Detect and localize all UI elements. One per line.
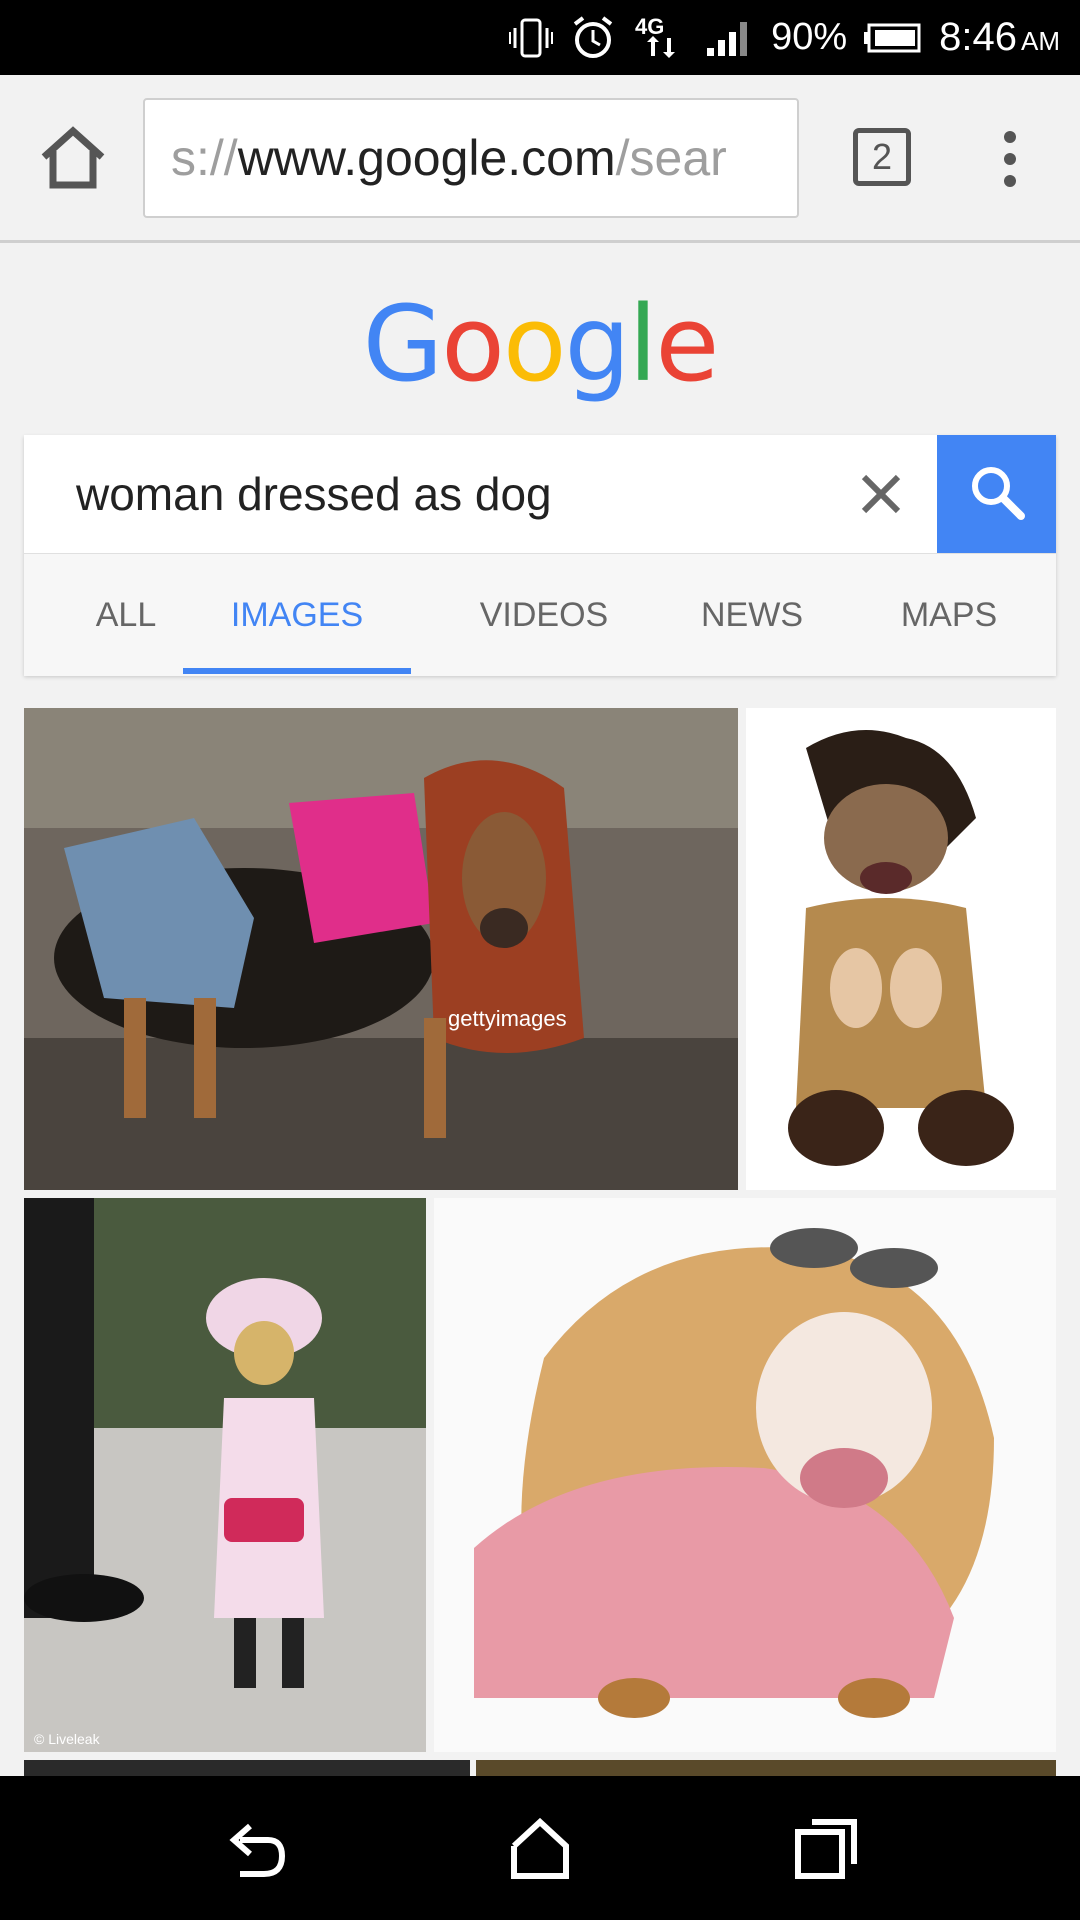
search-card: woman dressed as dog ALL IMAGES VIDEOS N… xyxy=(24,435,1056,676)
alarm-icon xyxy=(569,14,617,62)
google-logo: Google xyxy=(0,283,1080,405)
logo-letter: l xyxy=(628,283,658,405)
url-prefix: s:// xyxy=(171,130,238,186)
tab-maps[interactable]: MAPS xyxy=(866,554,1032,676)
tab-switcher-button[interactable]: 2 xyxy=(853,128,911,186)
logo-letter: o xyxy=(502,283,567,405)
search-button[interactable] xyxy=(937,435,1056,553)
image-result[interactable] xyxy=(434,1198,1056,1752)
image-result[interactable] xyxy=(24,1760,470,1776)
image-result[interactable]: © Liveleak xyxy=(24,1198,426,1752)
search-icon xyxy=(967,462,1027,527)
tab-images[interactable]: IMAGES xyxy=(183,554,411,676)
overflow-menu-icon[interactable] xyxy=(995,129,1025,189)
logo-letter: g xyxy=(564,283,630,405)
search-input[interactable]: woman dressed as dog xyxy=(76,435,552,553)
status-bar: 4G 90% 8:46 AM xyxy=(0,0,1080,75)
home-icon[interactable] xyxy=(38,123,108,193)
active-tab-indicator xyxy=(183,668,411,674)
image-result[interactable] xyxy=(746,708,1056,1190)
search-tabs: ALL IMAGES VIDEOS NEWS MAPS xyxy=(24,553,1056,676)
url-bar[interactable]: s://www.google.com/sear xyxy=(143,98,799,218)
battery-percent: 90% xyxy=(771,16,848,58)
clock: 8:46 AM xyxy=(939,15,1060,59)
signal-icon xyxy=(705,18,755,58)
recents-icon[interactable] xyxy=(790,1812,862,1884)
home-nav-icon[interactable] xyxy=(504,1812,576,1884)
clear-icon[interactable] xyxy=(854,467,908,521)
navigation-bar xyxy=(0,1776,1080,1920)
network-4g-icon: 4G xyxy=(633,12,689,64)
logo-letter: e xyxy=(655,283,719,405)
battery-icon xyxy=(863,22,923,54)
logo-letter: G xyxy=(362,283,444,405)
image-result[interactable] xyxy=(476,1760,1056,1776)
logo-letter: o xyxy=(441,283,505,405)
tab-videos[interactable]: VIDEOS xyxy=(454,554,634,676)
url-path: /sear xyxy=(615,130,727,186)
svg-text:4G: 4G xyxy=(635,14,664,39)
image-result[interactable]: gettyimages xyxy=(24,708,738,1190)
browser-toolbar: s://www.google.com/sear 2 xyxy=(0,75,1080,243)
image-watermark: © Liveleak xyxy=(34,1731,101,1747)
image-watermark: gettyimages xyxy=(448,1006,567,1031)
tab-all[interactable]: ALL xyxy=(60,554,192,676)
url-host: www.google.com xyxy=(237,130,616,186)
back-icon[interactable] xyxy=(218,1812,290,1884)
tab-news[interactable]: NEWS xyxy=(664,554,840,676)
vibrate-icon xyxy=(509,16,554,60)
